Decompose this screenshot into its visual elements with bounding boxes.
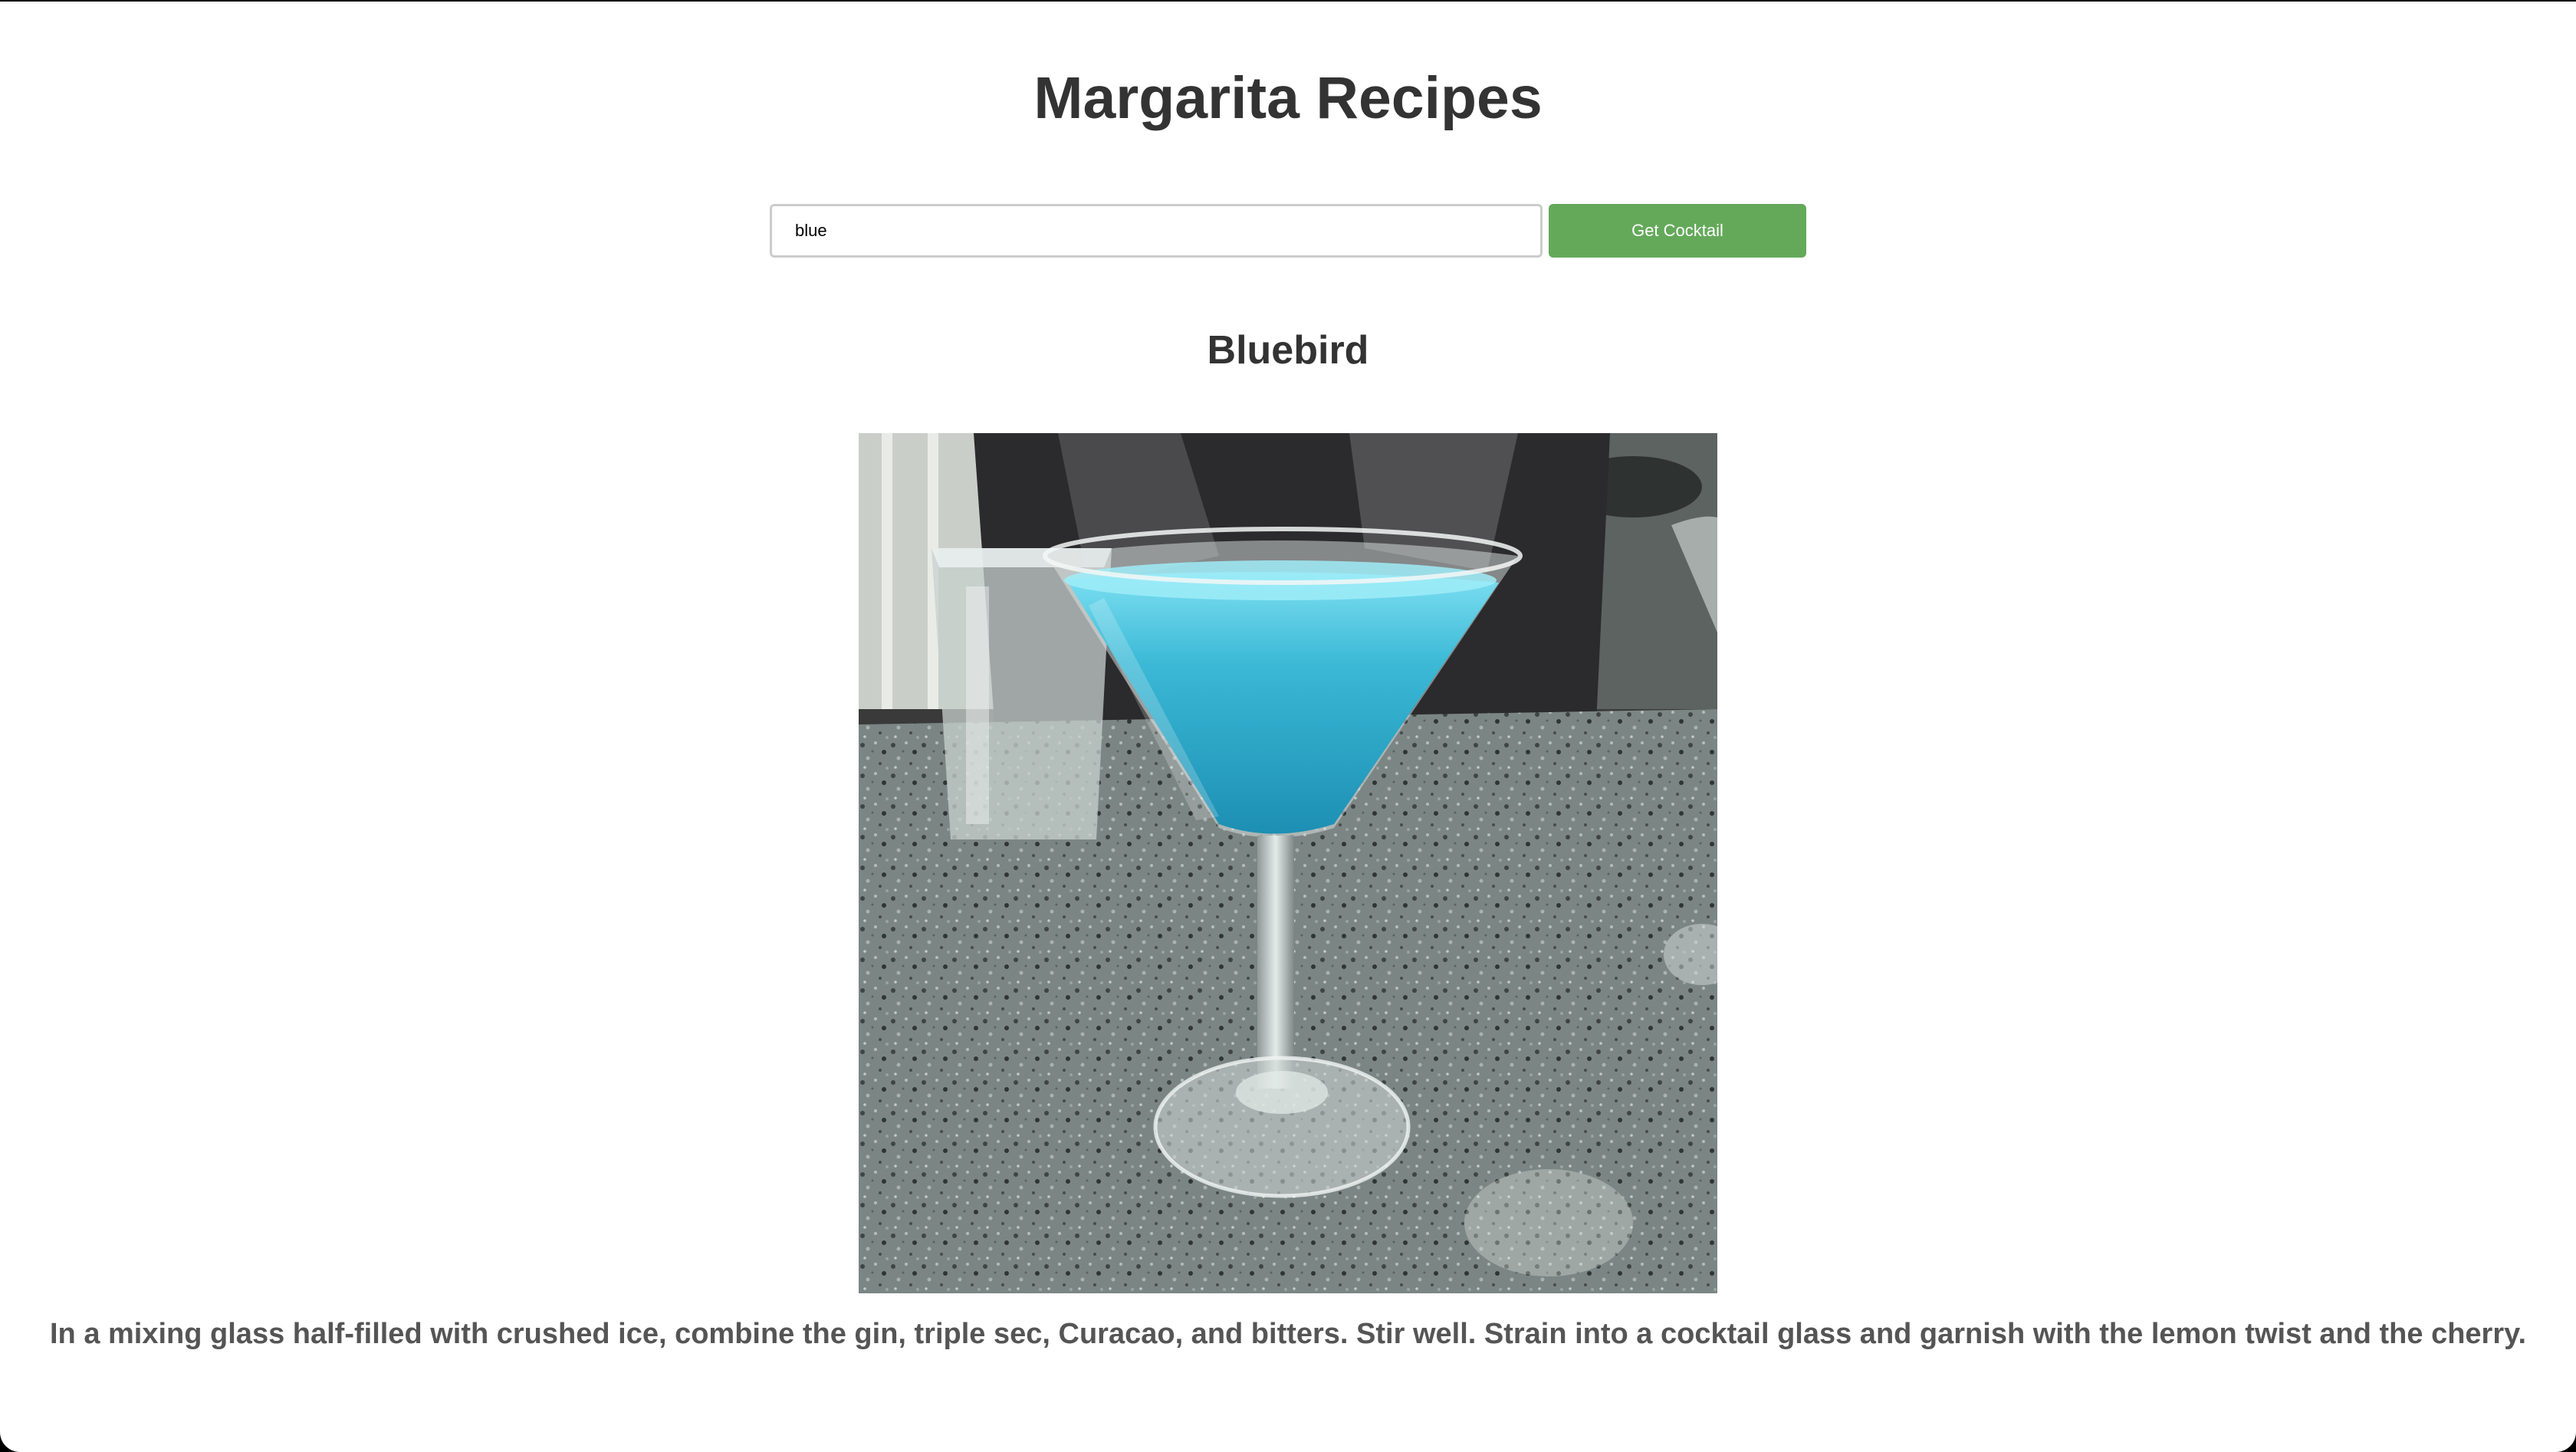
drink-name: Bluebird [1207, 328, 1369, 373]
page-title: Margarita Recipes [1033, 65, 1543, 131]
get-cocktail-button[interactable]: Get Cocktail [1549, 204, 1806, 258]
search-input[interactable] [770, 204, 1543, 258]
app-page: Margarita Recipes Get Cocktail Bluebird [0, 2, 2576, 1452]
cocktail-photo [859, 433, 1717, 1293]
drink-instructions: In a mixing glass half-filled with crush… [50, 1318, 2526, 1350]
